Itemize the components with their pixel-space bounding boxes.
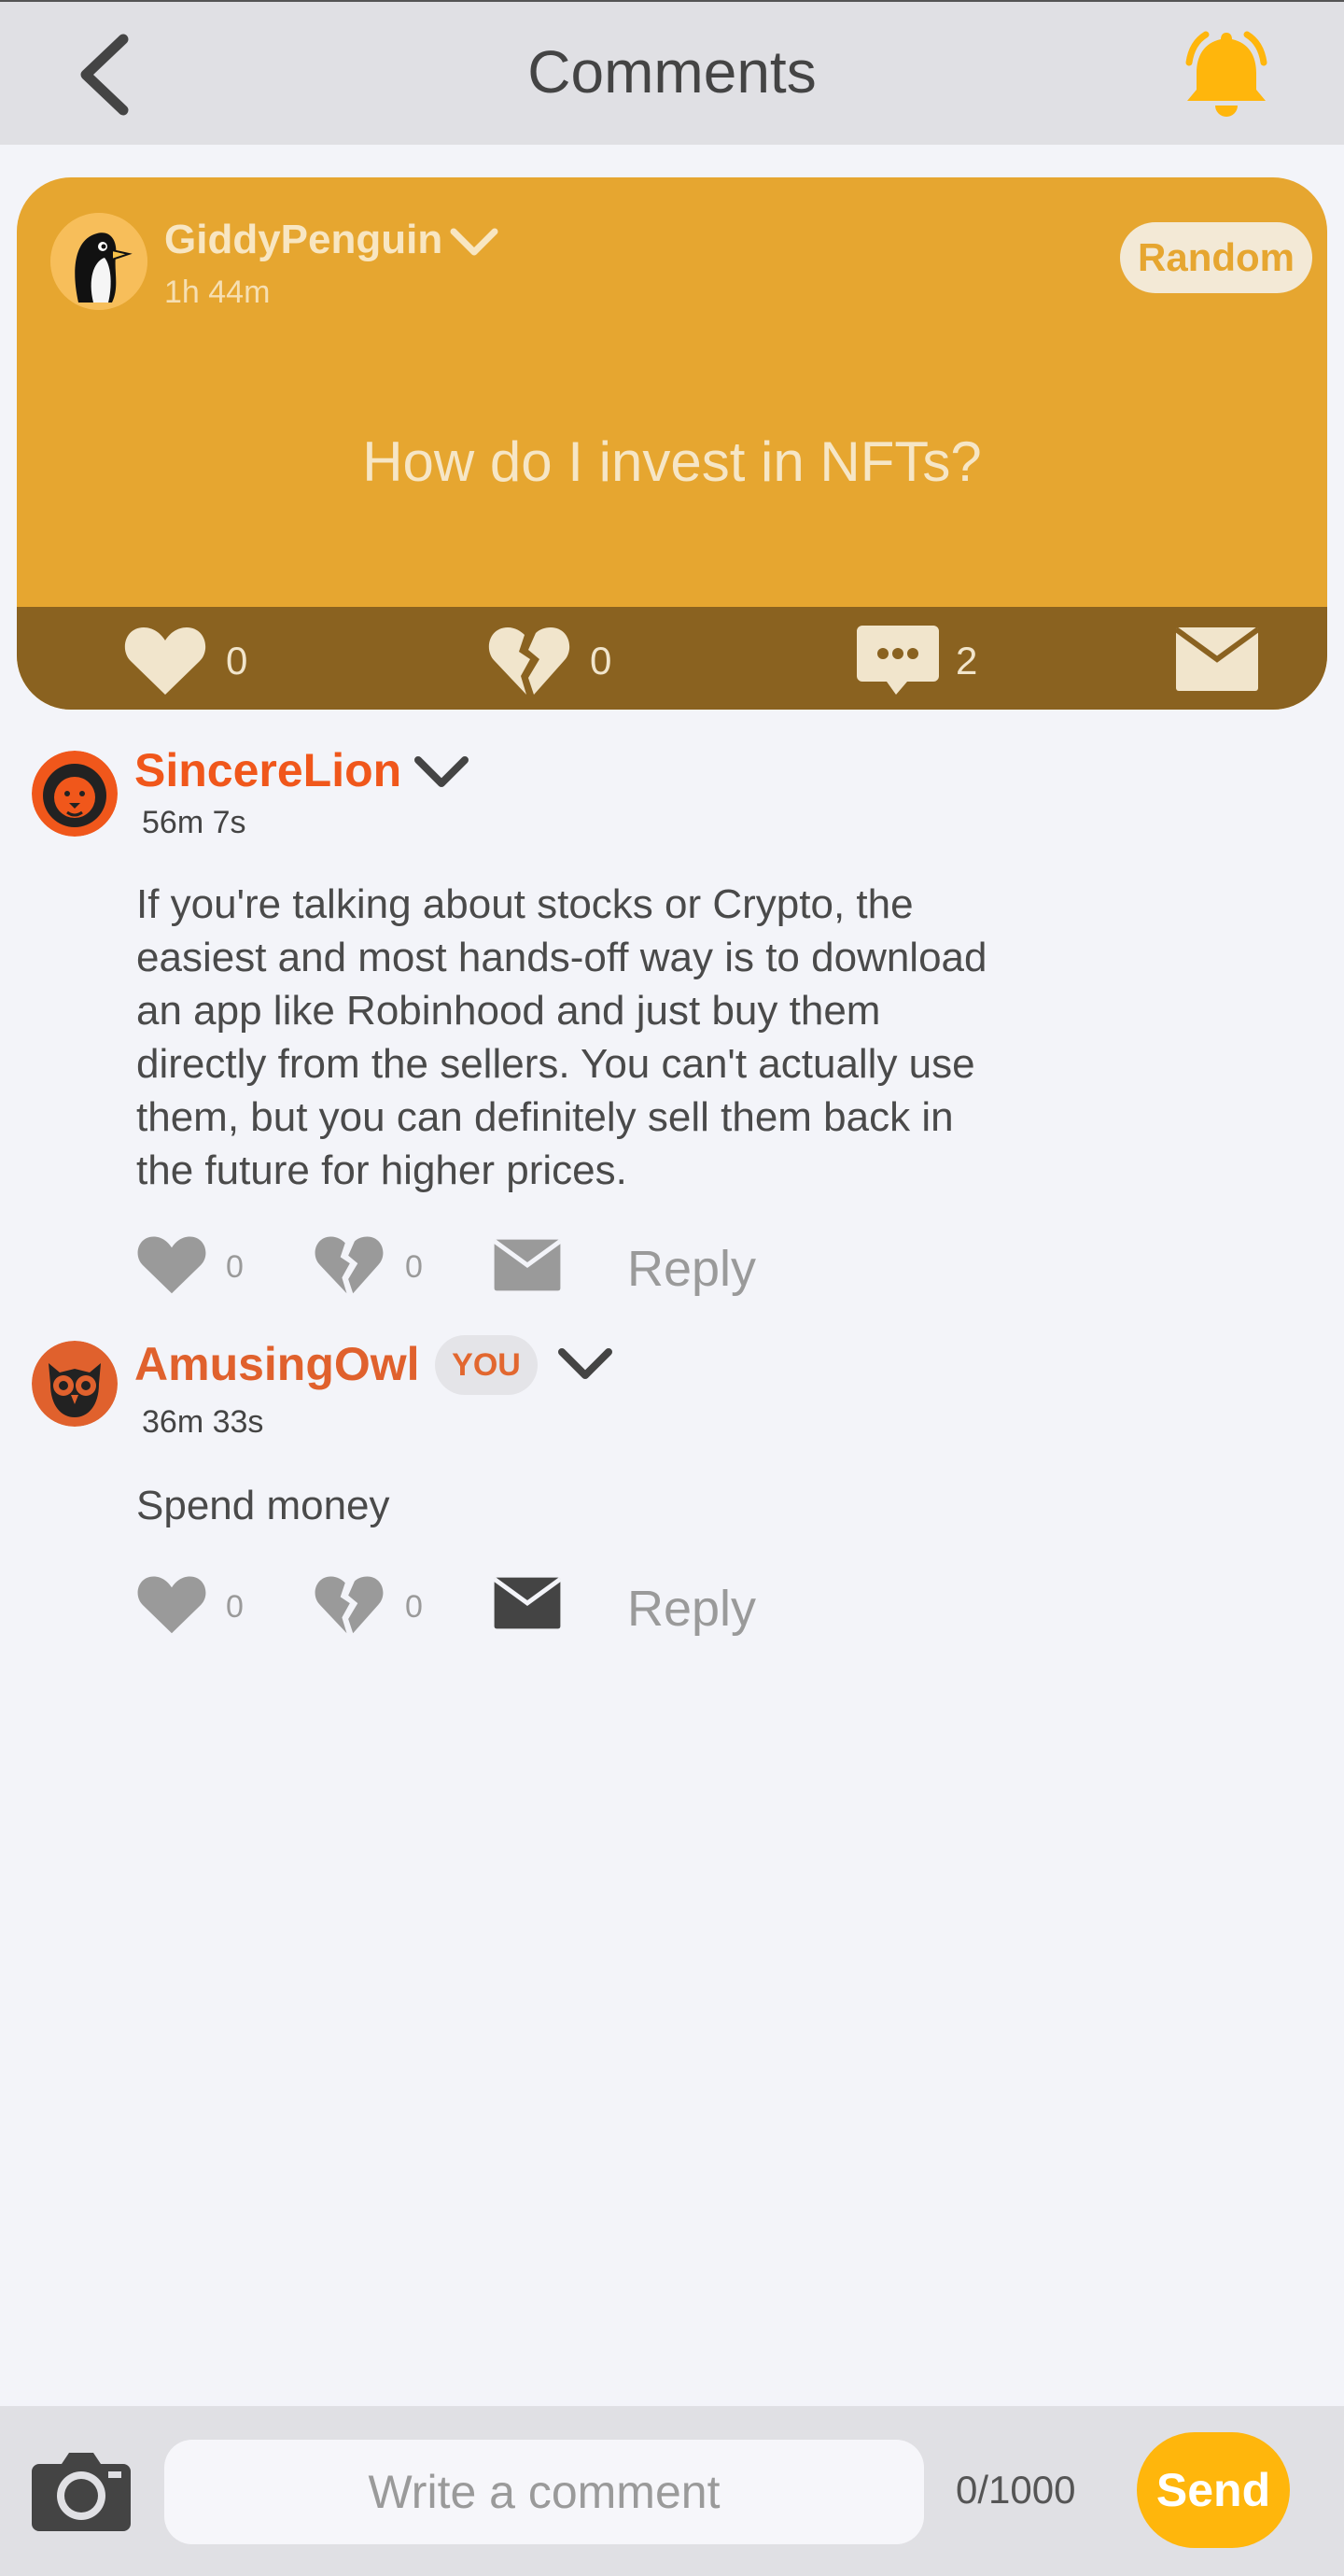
- avatar[interactable]: [32, 751, 118, 837]
- reply-button[interactable]: Reply: [627, 1580, 756, 1638]
- avatar[interactable]: [32, 1341, 118, 1427]
- comment-item: SincereLion 56m 7s If you're talking abo…: [0, 738, 1344, 1316]
- comment-dislike-count: 0: [405, 1589, 423, 1625]
- comment-text-line: them, but you can definitely sell them b…: [136, 1094, 954, 1140]
- post-options-button[interactable]: [448, 224, 500, 261]
- reply-button[interactable]: Reply: [627, 1240, 756, 1298]
- post-question: How do I invest in NFTs?: [362, 430, 982, 493]
- post-author-name[interactable]: GiddyPenguin: [164, 217, 442, 263]
- post-like-button[interactable]: [123, 624, 207, 701]
- envelope-icon: [493, 1239, 562, 1291]
- send-button[interactable]: Send: [1137, 2432, 1290, 2548]
- heart-icon: [124, 627, 206, 695]
- heart-icon: [137, 1236, 206, 1294]
- broken-heart-icon: [315, 1236, 384, 1294]
- bell-ringing-icon: [1185, 31, 1267, 117]
- comment-bubble-icon: [857, 626, 939, 695]
- post-timestamp: 1h 44m: [164, 274, 271, 310]
- comment-text-line: the future for higher prices.: [136, 1147, 627, 1193]
- lion-icon: [32, 751, 118, 837]
- envelope-icon: [493, 1577, 562, 1629]
- page-title: Comments: [527, 38, 817, 106]
- chevron-down-icon: [450, 228, 498, 256]
- comment-text-line: easiest and most hands-off way is to dow…: [136, 935, 987, 980]
- comment-text-line: an app like Robinhood and just buy them: [136, 988, 881, 1034]
- post-message-button[interactable]: [1174, 626, 1260, 697]
- chevron-down-icon: [414, 756, 469, 787]
- comment-item: AmusingOwl YOU 36m 33s Spend money 0 0 R…: [0, 1335, 1344, 1653]
- post-comment-count: 2: [956, 639, 978, 683]
- post-like-count: 0: [226, 639, 248, 683]
- comment-timestamp: 36m 33s: [142, 1404, 264, 1440]
- comment-options-button[interactable]: [413, 753, 470, 794]
- comment-dislike-count: 0: [405, 1249, 423, 1285]
- comment-dislike-button[interactable]: [314, 1572, 385, 1640]
- penguin-icon: [50, 213, 147, 310]
- camera-button[interactable]: [30, 2443, 133, 2533]
- broken-heart-icon: [315, 1576, 384, 1634]
- comment-text-line: Spend money: [136, 1483, 390, 1528]
- you-badge: YOU: [435, 1335, 538, 1395]
- comment-like-button[interactable]: [136, 1232, 207, 1301]
- comment-options-button[interactable]: [556, 1344, 614, 1386]
- comment-text: Spend money: [136, 1479, 1126, 1532]
- comment-timestamp: 56m 7s: [142, 805, 246, 840]
- comment-dislike-button[interactable]: [314, 1232, 385, 1301]
- comment-input[interactable]: [164, 2440, 924, 2544]
- owl-icon: [32, 1341, 118, 1427]
- comment-message-button[interactable]: [493, 1238, 562, 1297]
- category-tag[interactable]: Random: [1120, 222, 1312, 293]
- heart-icon: [137, 1576, 206, 1634]
- post-comments-button[interactable]: [855, 624, 941, 703]
- post-dislike-count: 0: [590, 639, 612, 683]
- comment-like-count: 0: [226, 1589, 244, 1625]
- comment-message-button[interactable]: [493, 1576, 562, 1635]
- top-app-bar: Comments: [0, 0, 1344, 145]
- chevron-down-icon: [558, 1348, 612, 1379]
- camera-icon: [32, 2453, 131, 2531]
- comment-composer: 0/1000 Send: [0, 2406, 1344, 2576]
- comment-text: If you're talking about stocks or Crypto…: [136, 878, 1126, 1197]
- comment-text-line: If you're talking about stocks or Crypto…: [136, 881, 914, 927]
- avatar[interactable]: [50, 213, 147, 310]
- comment-author-name[interactable]: SincereLion: [134, 743, 401, 797]
- notifications-button[interactable]: [1174, 25, 1279, 126]
- comment-like-count: 0: [226, 1249, 244, 1285]
- post-dislike-button[interactable]: [487, 624, 571, 701]
- broken-heart-icon: [488, 627, 570, 695]
- comment-text-line: directly from the sellers. You can't act…: [136, 1041, 975, 1087]
- comment-like-button[interactable]: [136, 1572, 207, 1640]
- comment-author-name[interactable]: AmusingOwl: [134, 1337, 420, 1391]
- post-action-bar: 0 0 2: [17, 607, 1327, 710]
- envelope-icon: [1174, 626, 1260, 691]
- post-card: GiddyPenguin 1h 44m Random How do I inve…: [17, 177, 1327, 710]
- character-counter: 0/1000: [956, 2468, 1076, 2512]
